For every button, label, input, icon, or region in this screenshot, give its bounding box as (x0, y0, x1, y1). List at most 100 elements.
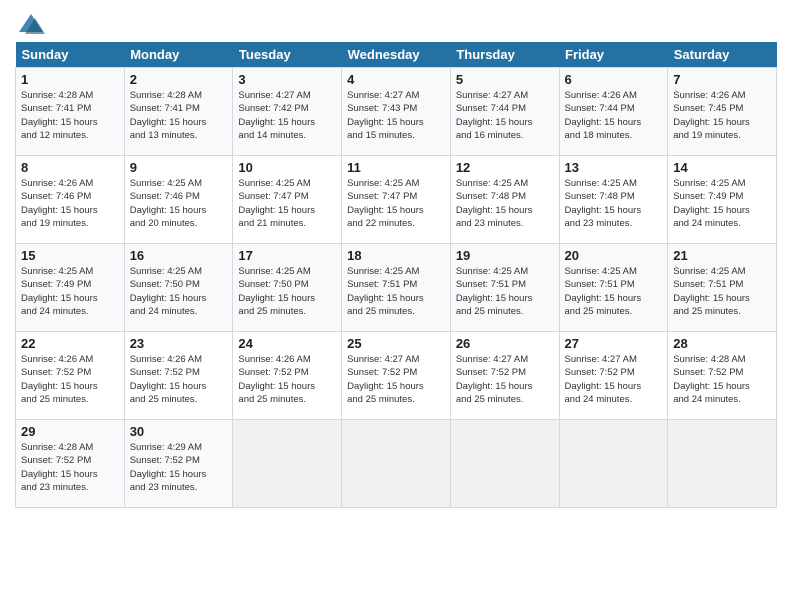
table-row: 19Sunrise: 4:25 AM Sunset: 7:51 PM Dayli… (450, 244, 559, 332)
page-container: Sunday Monday Tuesday Wednesday Thursday… (0, 0, 792, 518)
day-number: 24 (238, 336, 336, 351)
day-info: Sunrise: 4:27 AM Sunset: 7:44 PM Dayligh… (456, 89, 554, 142)
day-number: 10 (238, 160, 336, 175)
table-row (233, 420, 342, 508)
day-number: 13 (565, 160, 663, 175)
table-row: 1 Sunrise: 4:28 AM Sunset: 7:41 PM Daylig… (16, 68, 125, 156)
week-row-1: 1 Sunrise: 4:28 AM Sunset: 7:41 PM Daylig… (16, 68, 777, 156)
day-number: 26 (456, 336, 554, 351)
day-info: Sunrise: 4:25 AM Sunset: 7:49 PM Dayligh… (21, 265, 119, 318)
day-number: 8 (21, 160, 119, 175)
day-number: 15 (21, 248, 119, 263)
day-number: 29 (21, 424, 119, 439)
header (15, 10, 777, 34)
logo-icon (17, 10, 45, 38)
table-row: 21 Sunrise: 4:25 AM Sunset: 7:51 PM Dayli… (668, 244, 777, 332)
day-number: 5 (456, 72, 554, 87)
table-row: 15 Sunrise: 4:25 AM Sunset: 7:49 PM Dayli… (16, 244, 125, 332)
table-row: 3Sunrise: 4:27 AM Sunset: 7:42 PM Daylig… (233, 68, 342, 156)
table-row: 6 Sunrise: 4:26 AM Sunset: 7:44 PM Daylig… (559, 68, 668, 156)
day-info: Sunrise: 4:25 AM Sunset: 7:48 PM Dayligh… (565, 177, 663, 230)
table-row: 16Sunrise: 4:25 AM Sunset: 7:50 PM Dayli… (124, 244, 233, 332)
col-wednesday: Wednesday (342, 42, 451, 68)
day-info: Sunrise: 4:26 AM Sunset: 7:46 PM Dayligh… (21, 177, 119, 230)
logo (15, 10, 45, 34)
table-row: 10 Sunrise: 4:25 AM Sunset: 7:47 PM Dayli… (233, 156, 342, 244)
day-info: Sunrise: 4:25 AM Sunset: 7:49 PM Dayligh… (673, 177, 771, 230)
table-row: 28Sunrise: 4:28 AM Sunset: 7:52 PM Dayli… (668, 332, 777, 420)
table-row: 9 Sunrise: 4:25 AM Sunset: 7:46 PM Daylig… (124, 156, 233, 244)
day-info: Sunrise: 4:25 AM Sunset: 7:47 PM Dayligh… (238, 177, 336, 230)
day-info: Sunrise: 4:26 AM Sunset: 7:45 PM Dayligh… (673, 89, 771, 142)
day-info: Sunrise: 4:27 AM Sunset: 7:52 PM Dayligh… (565, 353, 663, 406)
table-row (559, 420, 668, 508)
table-row: 13 Sunrise: 4:25 AM Sunset: 7:48 PM Dayli… (559, 156, 668, 244)
day-info: Sunrise: 4:28 AM Sunset: 7:41 PM Dayligh… (130, 89, 228, 142)
day-number: 18 (347, 248, 445, 263)
day-info: Sunrise: 4:26 AM Sunset: 7:52 PM Dayligh… (130, 353, 228, 406)
day-number: 20 (565, 248, 663, 263)
table-row: 25Sunrise: 4:27 AM Sunset: 7:52 PM Dayli… (342, 332, 451, 420)
col-monday: Monday (124, 42, 233, 68)
day-number: 4 (347, 72, 445, 87)
table-row: 11 Sunrise: 4:25 AM Sunset: 7:47 PM Dayli… (342, 156, 451, 244)
day-info: Sunrise: 4:27 AM Sunset: 7:52 PM Dayligh… (347, 353, 445, 406)
day-number: 7 (673, 72, 771, 87)
table-row: 2 Sunrise: 4:28 AM Sunset: 7:41 PM Daylig… (124, 68, 233, 156)
table-row: 8 Sunrise: 4:26 AM Sunset: 7:46 PM Daylig… (16, 156, 125, 244)
col-sunday: Sunday (16, 42, 125, 68)
table-row: 27 Sunrise: 4:27 AM Sunset: 7:52 PM Dayli… (559, 332, 668, 420)
day-number: 12 (456, 160, 554, 175)
day-number: 19 (456, 248, 554, 263)
day-info: Sunrise: 4:26 AM Sunset: 7:52 PM Dayligh… (21, 353, 119, 406)
week-row-3: 15 Sunrise: 4:25 AM Sunset: 7:49 PM Dayli… (16, 244, 777, 332)
day-number: 6 (565, 72, 663, 87)
day-info: Sunrise: 4:28 AM Sunset: 7:41 PM Dayligh… (21, 89, 119, 142)
table-row: 18 Sunrise: 4:25 AM Sunset: 7:51 PM Dayli… (342, 244, 451, 332)
day-number: 21 (673, 248, 771, 263)
table-row (450, 420, 559, 508)
table-row: 30Sunrise: 4:29 AM Sunset: 7:52 PM Dayli… (124, 420, 233, 508)
day-number: 17 (238, 248, 336, 263)
table-row: 14 Sunrise: 4:25 AM Sunset: 7:49 PM Dayli… (668, 156, 777, 244)
day-number: 22 (21, 336, 119, 351)
day-info: Sunrise: 4:25 AM Sunset: 7:48 PM Dayligh… (456, 177, 554, 230)
day-info: Sunrise: 4:26 AM Sunset: 7:44 PM Dayligh… (565, 89, 663, 142)
day-number: 9 (130, 160, 228, 175)
header-row: Sunday Monday Tuesday Wednesday Thursday… (16, 42, 777, 68)
day-info: Sunrise: 4:27 AM Sunset: 7:43 PM Dayligh… (347, 89, 445, 142)
week-row-4: 22 Sunrise: 4:26 AM Sunset: 7:52 PM Dayli… (16, 332, 777, 420)
day-number: 14 (673, 160, 771, 175)
week-row-2: 8 Sunrise: 4:26 AM Sunset: 7:46 PM Daylig… (16, 156, 777, 244)
day-info: Sunrise: 4:27 AM Sunset: 7:52 PM Dayligh… (456, 353, 554, 406)
day-info: Sunrise: 4:28 AM Sunset: 7:52 PM Dayligh… (673, 353, 771, 406)
table-row: 23 Sunrise: 4:26 AM Sunset: 7:52 PM Dayli… (124, 332, 233, 420)
table-row (342, 420, 451, 508)
col-saturday: Saturday (668, 42, 777, 68)
day-info: Sunrise: 4:25 AM Sunset: 7:50 PM Dayligh… (238, 265, 336, 318)
table-row: 29Sunrise: 4:28 AM Sunset: 7:52 PM Dayli… (16, 420, 125, 508)
day-info: Sunrise: 4:25 AM Sunset: 7:50 PM Dayligh… (130, 265, 228, 318)
day-number: 23 (130, 336, 228, 351)
day-info: Sunrise: 4:25 AM Sunset: 7:51 PM Dayligh… (673, 265, 771, 318)
day-number: 27 (565, 336, 663, 351)
day-info: Sunrise: 4:29 AM Sunset: 7:52 PM Dayligh… (130, 441, 228, 494)
day-info: Sunrise: 4:25 AM Sunset: 7:47 PM Dayligh… (347, 177, 445, 230)
table-row: 7 Sunrise: 4:26 AM Sunset: 7:45 PM Daylig… (668, 68, 777, 156)
table-row (668, 420, 777, 508)
col-tuesday: Tuesday (233, 42, 342, 68)
day-info: Sunrise: 4:26 AM Sunset: 7:52 PM Dayligh… (238, 353, 336, 406)
day-info: Sunrise: 4:25 AM Sunset: 7:46 PM Dayligh… (130, 177, 228, 230)
day-info: Sunrise: 4:25 AM Sunset: 7:51 PM Dayligh… (347, 265, 445, 318)
table-row: 22 Sunrise: 4:26 AM Sunset: 7:52 PM Dayli… (16, 332, 125, 420)
table-row: 5 Sunrise: 4:27 AM Sunset: 7:44 PM Daylig… (450, 68, 559, 156)
table-row: 17 Sunrise: 4:25 AM Sunset: 7:50 PM Dayli… (233, 244, 342, 332)
table-row: 20Sunrise: 4:25 AM Sunset: 7:51 PM Dayli… (559, 244, 668, 332)
table-row: 24 Sunrise: 4:26 AM Sunset: 7:52 PM Dayli… (233, 332, 342, 420)
day-number: 1 (21, 72, 119, 87)
day-info: Sunrise: 4:27 AM Sunset: 7:42 PM Dayligh… (238, 89, 336, 142)
day-number: 11 (347, 160, 445, 175)
col-thursday: Thursday (450, 42, 559, 68)
col-friday: Friday (559, 42, 668, 68)
day-number: 2 (130, 72, 228, 87)
